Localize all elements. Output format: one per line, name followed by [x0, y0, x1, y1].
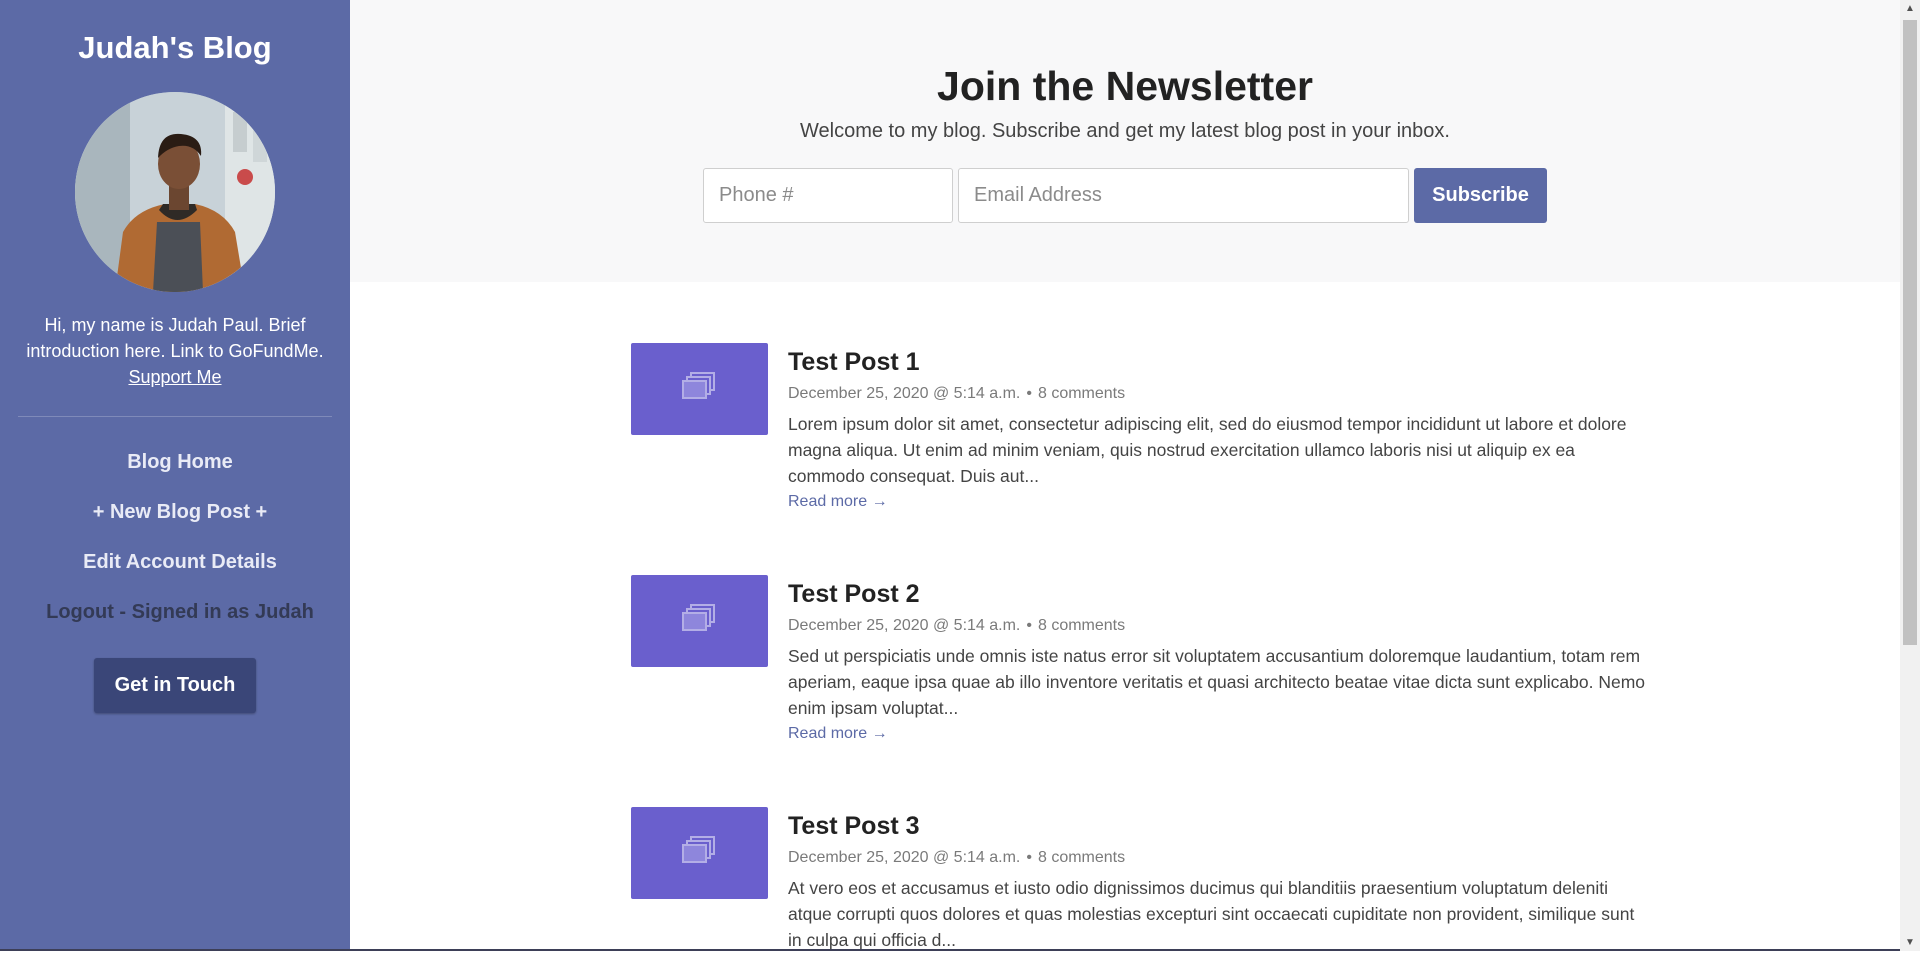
support-link[interactable]: Support Me — [128, 367, 221, 387]
scroll-down-arrow-icon[interactable]: ▼ — [1900, 934, 1920, 951]
post-title[interactable]: Test Post 2 — [788, 579, 1648, 609]
image-stack-icon — [682, 836, 715, 863]
get-in-touch-button[interactable]: Get in Touch — [93, 658, 257, 713]
read-more-link[interactable]: Read more → — [788, 493, 888, 511]
scrollbar-thumb[interactable] — [1903, 20, 1917, 645]
subscribe-button[interactable]: Subscribe — [1414, 168, 1547, 223]
avatar — [75, 92, 275, 292]
post-title[interactable]: Test Post 1 — [788, 347, 1648, 377]
post-comments[interactable]: 8 comments — [1038, 849, 1125, 866]
scroll-up-arrow-icon[interactable]: ▲ — [1900, 0, 1920, 17]
phone-input[interactable] — [703, 168, 953, 223]
post-title[interactable]: Test Post 3 — [788, 811, 1648, 841]
nav-logout[interactable]: Logout - Signed in as Judah — [0, 587, 350, 637]
meta-separator: • — [1026, 617, 1032, 634]
post-meta: December 25, 2020 @ 5:14 a.m. • 8 comments — [788, 385, 1648, 403]
post-body: Test Post 3 December 25, 2020 @ 5:14 a.m… — [788, 807, 1648, 953]
post-excerpt: At vero eos et accusamus et iusto odio d… — [788, 878, 1635, 950]
email-input[interactable] — [958, 168, 1409, 223]
meta-separator: • — [1026, 849, 1032, 866]
nav-edit-account[interactable]: Edit Account Details — [0, 537, 350, 587]
avatar-photo — [75, 92, 275, 292]
post-meta: December 25, 2020 @ 5:14 a.m. • 8 comments — [788, 849, 1648, 867]
image-stack-icon — [682, 604, 715, 631]
nav-new-blog-post[interactable]: + New Blog Post + — [0, 487, 350, 537]
post-excerpt: Sed ut perspiciatis unde omnis iste natu… — [788, 646, 1646, 718]
sidebar: Judah's Blog Hi, my name is Judah Paul. … — [0, 0, 350, 951]
sidebar-nav: Blog Home + New Blog Post + Edit Account… — [0, 437, 350, 637]
bio: Hi, my name is Judah Paul. Brief introdu… — [18, 312, 332, 390]
sidebar-divider — [18, 416, 332, 417]
post-thumbnail[interactable] — [631, 575, 768, 667]
nav-blog-home[interactable]: Blog Home — [0, 437, 350, 487]
newsletter-title: Join the Newsletter — [937, 63, 1313, 109]
blog-title[interactable]: Judah's Blog — [0, 30, 350, 66]
post-meta: December 25, 2020 @ 5:14 a.m. • 8 comments — [788, 617, 1648, 635]
vertical-scrollbar[interactable]: ▲ ▼ — [1900, 0, 1920, 951]
newsletter-section: Join the Newsletter Welcome to my blog. … — [350, 0, 1900, 282]
post-comments[interactable]: 8 comments — [1038, 385, 1125, 402]
post-excerpt: Lorem ipsum dolor sit amet, consectetur … — [788, 414, 1627, 486]
post-body: Test Post 2 December 25, 2020 @ 5:14 a.m… — [788, 575, 1648, 743]
post-body: Test Post 1 December 25, 2020 @ 5:14 a.m… — [788, 343, 1648, 511]
post-date: December 25, 2020 @ 5:14 a.m. — [788, 849, 1021, 866]
newsletter-subtitle: Welcome to my blog. Subscribe and get my… — [800, 120, 1450, 142]
meta-separator: • — [1026, 385, 1032, 402]
image-stack-icon — [682, 372, 715, 399]
post-thumbnail[interactable] — [631, 343, 768, 435]
read-more-link[interactable]: Read more → — [788, 725, 888, 743]
post-date: December 25, 2020 @ 5:14 a.m. — [788, 385, 1021, 402]
post-thumbnail[interactable] — [631, 807, 768, 899]
post-date: December 25, 2020 @ 5:14 a.m. — [788, 617, 1021, 634]
bio-text: Hi, my name is Judah Paul. Brief introdu… — [26, 315, 324, 361]
post-comments[interactable]: 8 comments — [1038, 617, 1125, 634]
